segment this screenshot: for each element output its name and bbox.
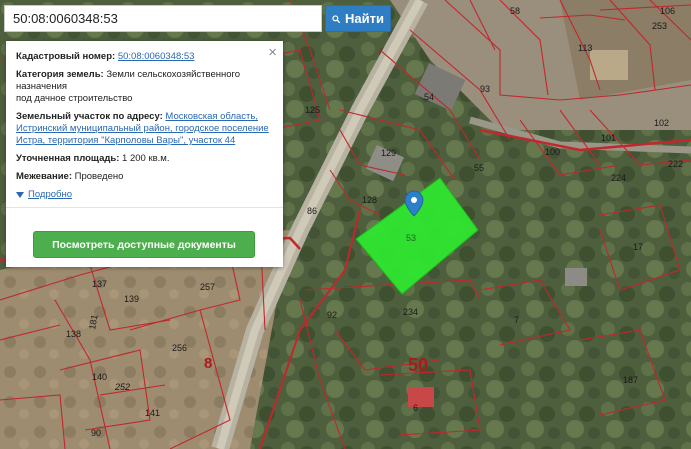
cadastral-number-row: Кадастровый номер: 50:08:0060348:53 (16, 51, 273, 63)
plot-label: 90 (91, 428, 101, 438)
address-row: Земельный участок по адресу: Московская … (16, 111, 273, 147)
plot-label: 106 (660, 6, 675, 16)
survey-value: Проведено (74, 171, 124, 182)
caret-down-icon (16, 192, 24, 198)
plot-label: 234 (403, 307, 418, 317)
selected-plot-label: 53 (406, 233, 416, 243)
plot-label: 101 (601, 133, 616, 143)
parcel-info-popup: × Кадастровый номер: 50:08:0060348:53 Ка… (6, 41, 283, 267)
land-category-value-extra: под дачное строительство (16, 93, 133, 104)
plot-label: 58 (510, 6, 520, 16)
quarter-label: 50 (408, 355, 428, 375)
quarter-label: 8 (204, 355, 212, 372)
plot-label: 54 (424, 92, 434, 102)
plot-label: 256 (172, 343, 187, 353)
plot-label: 93 (480, 84, 490, 94)
close-icon[interactable]: × (268, 45, 277, 60)
area-label: Уточненная площадь: (16, 153, 120, 164)
plot-label: 129 (381, 148, 396, 158)
land-category-row: Категория земель: Земли сельскохозяйстве… (16, 69, 273, 105)
building (408, 387, 434, 407)
plot-label: 222 (668, 159, 683, 169)
plot-label: 252 (114, 382, 130, 392)
area-row: Уточненная площадь: 1 200 кв.м. (16, 153, 273, 165)
cadastral-number-link[interactable]: 50:08:0060348:53 (118, 51, 195, 62)
land-category-label: Категория земель: (16, 69, 104, 80)
find-button[interactable]: Найти (325, 5, 391, 32)
find-button-label: Найти (345, 11, 384, 26)
popup-divider (6, 207, 283, 208)
cadastral-number-label: Кадастровый номер: (16, 51, 116, 62)
plot-label: 141 (145, 408, 160, 418)
plot-label: 187 (623, 375, 638, 385)
building (565, 268, 587, 286)
plot-label: 113 (578, 43, 592, 53)
survey-label: Межевание: (16, 171, 72, 182)
plot-label: 6 (413, 403, 418, 413)
plot-label: 128 (362, 195, 377, 205)
cadastral-search-input[interactable] (4, 5, 322, 32)
address-label: Земельный участок по адресу: (16, 111, 163, 122)
plot-label: 102 (654, 118, 669, 128)
plot-label: 55 (474, 163, 484, 173)
more-details-link[interactable]: Подробно (16, 189, 273, 201)
area-value: 1 200 кв.м. (122, 153, 170, 164)
view-documents-button[interactable]: Посмотреть доступные документы (33, 231, 255, 258)
search-icon (332, 14, 341, 23)
plot-label: 257 (200, 282, 215, 292)
plot-label: 137 (92, 279, 107, 289)
plot-label: 138 (66, 329, 81, 339)
plot-label: 17 (633, 242, 643, 252)
survey-row: Межевание: Проведено (16, 171, 273, 183)
more-details-label: Подробно (28, 189, 72, 200)
plot-label: 7 (514, 315, 519, 325)
plot-label: 100 (545, 147, 560, 157)
plot-label: 140 (92, 372, 107, 382)
plot-label: 92 (327, 310, 337, 320)
plot-label: 125 (305, 105, 320, 115)
plot-label: 139 (124, 294, 139, 304)
plot-label: 253 (652, 21, 667, 31)
plot-label: 224 (611, 173, 626, 183)
plot-label: 86 (307, 206, 317, 216)
